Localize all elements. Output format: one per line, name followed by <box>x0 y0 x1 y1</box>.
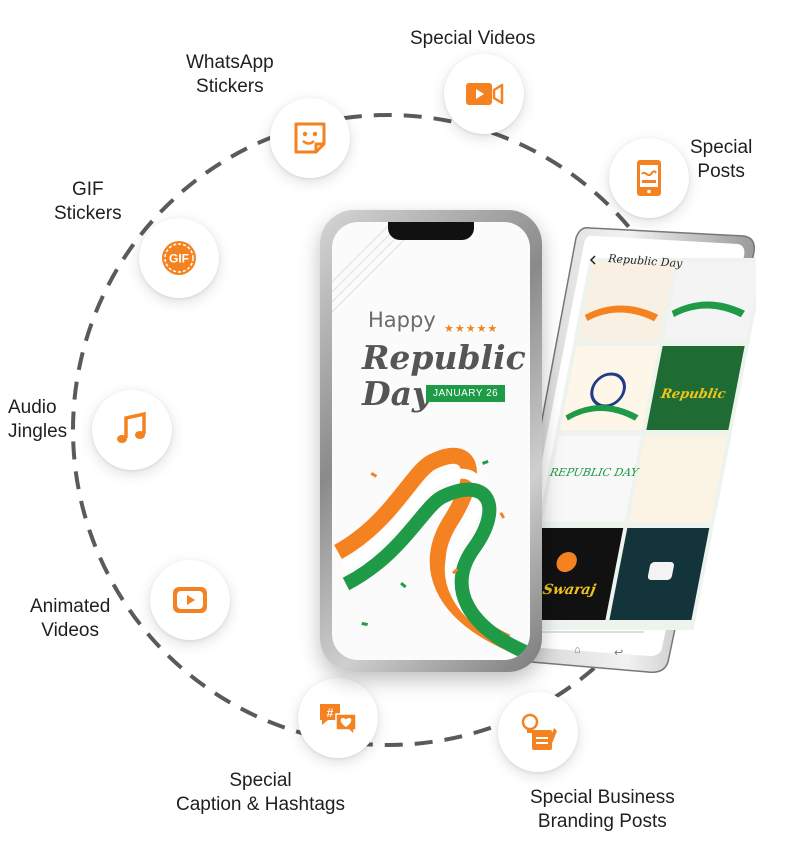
phone-notch <box>388 222 474 240</box>
feature-business-branding[interactable] <box>498 692 578 772</box>
feature-animated-videos[interactable] <box>150 560 230 640</box>
video-camera-icon <box>466 83 504 105</box>
mobile-post-icon <box>637 160 661 196</box>
label-caption-hashtags: Special Caption & Hashtags <box>176 770 345 815</box>
label-animated-videos: Animated Videos <box>30 596 111 641</box>
label-audio-jingles: Audio Jingles <box>8 397 68 442</box>
gif-icon: GIF <box>162 241 196 275</box>
label-special-posts: Special Posts <box>690 137 753 182</box>
label-whatsapp-stickers: WhatsApp Stickers <box>186 52 274 97</box>
star-row-icon: ★★★★★ <box>444 323 499 335</box>
label-special-videos: Special Videos <box>410 28 536 49</box>
music-note-icon <box>117 411 146 443</box>
label-gif-stickers: GIF Stickers <box>54 179 122 224</box>
feature-special-posts[interactable] <box>609 138 689 218</box>
svg-text:Swaraj: Swaraj <box>541 582 597 598</box>
label-business-branding: Special Business Branding Posts <box>530 787 675 832</box>
front-phone: Happy ★★★★★ Republic Day JANUARY 26 <box>320 210 542 672</box>
front-phone-screen: Happy ★★★★★ Republic Day JANUARY 26 <box>332 222 530 660</box>
feature-audio-jingles[interactable] <box>92 390 172 470</box>
svg-text:#: # <box>327 706 334 720</box>
ribbon-artwork <box>332 222 530 660</box>
chat-hashtag-icon: # <box>320 704 357 737</box>
nav-home-icon: ⌂ <box>574 644 581 656</box>
svg-text:GIF: GIF <box>169 252 189 266</box>
nav-back-icon: ↩ <box>614 647 623 659</box>
svg-text:Republic: Republic <box>659 387 727 402</box>
play-video-icon <box>173 587 207 613</box>
greeting-day: Day <box>362 374 432 413</box>
greeting-happy: Happy <box>368 308 436 332</box>
sticker-icon <box>294 122 326 154</box>
greeting-republic: Republic <box>362 338 526 377</box>
idea-document-icon <box>521 713 557 750</box>
date-badge: JANUARY 26 <box>426 385 506 402</box>
svg-text:REPUBLIC DAY: REPUBLIC DAY <box>548 466 641 479</box>
feature-special-videos[interactable] <box>444 54 524 134</box>
feature-whatsapp-stickers[interactable] <box>270 98 350 178</box>
feature-caption-hashtags[interactable]: # <box>298 678 378 758</box>
feature-gif-stickers[interactable]: GIF <box>139 218 219 298</box>
